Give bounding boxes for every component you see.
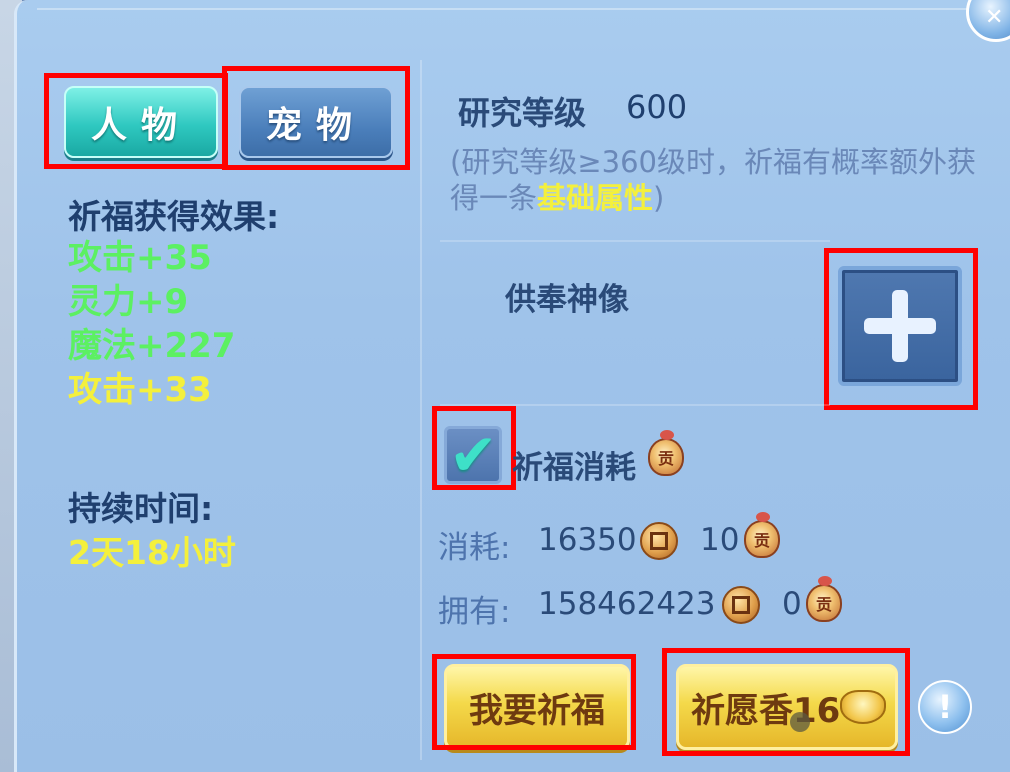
- research-note-text: (研究等级≥360级时，祈福有概率额外获得一条: [450, 145, 976, 215]
- own-coins: 158462423: [538, 586, 716, 622]
- duration-value: 2天18小时: [68, 533, 236, 572]
- effect-spirit: 灵力+9: [68, 282, 189, 322]
- consume-medals: 10: [700, 522, 740, 558]
- contribution-medal-icon: 贡: [744, 512, 780, 558]
- duration-title: 持续时间:: [68, 489, 214, 528]
- contribution-medal-icon: 贡: [806, 576, 842, 622]
- contribution-medal-icon: 贡: [648, 430, 684, 476]
- own-medals: 0: [782, 586, 802, 622]
- consume-label: 消耗:: [438, 530, 511, 566]
- coin-icon: [640, 522, 678, 560]
- exclamation-icon: !: [937, 688, 953, 726]
- annotation-box-add-statue: [824, 248, 978, 410]
- research-note: (研究等级≥360级时，祈福有概率额外获得一条基础属性): [450, 144, 990, 216]
- info-button[interactable]: !: [918, 680, 972, 734]
- consume-coins: 16350: [538, 522, 637, 558]
- research-level-value: 600: [626, 88, 688, 126]
- column-divider: [420, 60, 422, 760]
- close-icon: ✕: [985, 5, 1004, 30]
- effect-attack-2: 攻击+33: [68, 370, 212, 410]
- section-divider: [440, 240, 830, 242]
- research-note-end: ): [653, 181, 665, 215]
- research-note-highlight: 基础属性: [537, 181, 654, 215]
- effect-magic: 魔法+227: [68, 326, 236, 366]
- panel-border-ornament: [37, 8, 997, 48]
- annotation-box-incense: [662, 648, 910, 756]
- blessing-cost-label: 祈福消耗: [512, 450, 636, 486]
- own-label: 拥有:: [438, 594, 511, 630]
- statue-label: 供奉神像: [505, 282, 629, 318]
- annotation-box-checkbox: [432, 406, 516, 490]
- research-level-label: 研究等级: [458, 94, 587, 132]
- coin-icon: [722, 586, 760, 624]
- effect-attack-1: 攻击+35: [68, 238, 212, 278]
- annotation-box-tab-pet: [222, 66, 410, 170]
- annotation-box-tab-character: [44, 73, 228, 169]
- annotation-box-pray: [432, 654, 636, 750]
